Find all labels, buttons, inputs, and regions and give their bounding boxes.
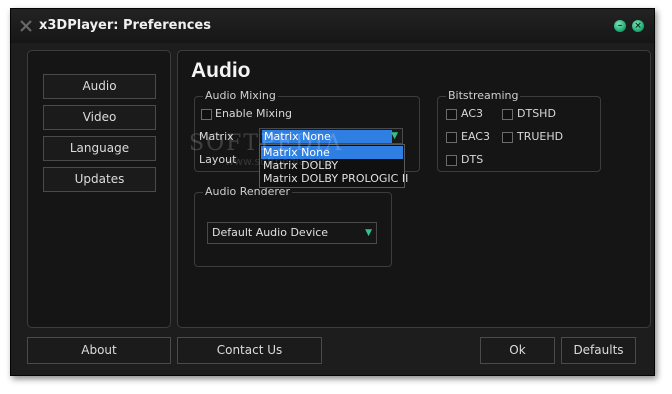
about-button[interactable]: About [27, 337, 171, 364]
eac3-checkbox[interactable] [446, 132, 457, 143]
audio-renderer-group: Audio Renderer Default Audio Device ▼ [194, 185, 392, 267]
watermark: SOFTPEDIA [189, 131, 344, 156]
preferences-window: x3DPlayer: Preferences – × Audio Video L… [10, 8, 655, 376]
close-icon[interactable]: × [632, 20, 644, 32]
ok-button[interactable]: Ok [480, 337, 555, 364]
title-bar[interactable]: x3DPlayer: Preferences – × [11, 9, 654, 43]
truehd-checkbox[interactable] [502, 132, 513, 143]
page-title: Audio [191, 59, 251, 82]
app-logo-icon [20, 20, 32, 32]
dtshd-checkbox[interactable] [502, 109, 513, 120]
watermark-url: www.softpedia.com [225, 155, 333, 168]
bitstreaming-title: Bitstreaming [446, 89, 521, 102]
truehd-label: TRUEHD [517, 130, 564, 143]
audio-mixing-title: Audio Mixing [203, 89, 278, 102]
sidebar-item-updates[interactable]: Updates [43, 167, 156, 192]
ac3-checkbox[interactable] [446, 109, 457, 120]
enable-mixing-label: Enable Mixing [215, 107, 293, 120]
minimize-icon[interactable]: – [614, 20, 626, 32]
enable-mixing-checkbox[interactable] [201, 109, 212, 120]
chevron-down-icon: ▼ [391, 131, 398, 141]
ac3-label: AC3 [461, 107, 484, 120]
dts-checkbox[interactable] [446, 155, 457, 166]
contact-us-button[interactable]: Contact Us [177, 337, 322, 364]
defaults-button[interactable]: Defaults [561, 337, 636, 364]
eac3-label: EAC3 [461, 130, 490, 143]
dts-label: DTS [461, 153, 484, 166]
window-title: x3DPlayer: Preferences [39, 18, 211, 33]
matrix-option-dolby-prologic-ii[interactable]: Matrix DOLBY PROLOGIC II [261, 172, 408, 185]
settings-panel: Audio Audio Mixing Enable Mixing Matrix … [177, 50, 651, 328]
bitstreaming-group: Bitstreaming AC3 DTSHD EAC3 TRUEHD DTS [437, 89, 601, 172]
sidebar: Audio Video Language Updates [27, 50, 171, 328]
audio-renderer-select[interactable]: Default Audio Device ▼ [207, 222, 377, 244]
audio-renderer-value: Default Audio Device [212, 226, 329, 239]
sidebar-item-audio[interactable]: Audio [43, 74, 156, 99]
dtshd-label: DTSHD [517, 107, 556, 120]
sidebar-item-language[interactable]: Language [43, 136, 156, 161]
chevron-down-icon: ▼ [365, 228, 372, 238]
sidebar-item-video[interactable]: Video [43, 105, 156, 130]
